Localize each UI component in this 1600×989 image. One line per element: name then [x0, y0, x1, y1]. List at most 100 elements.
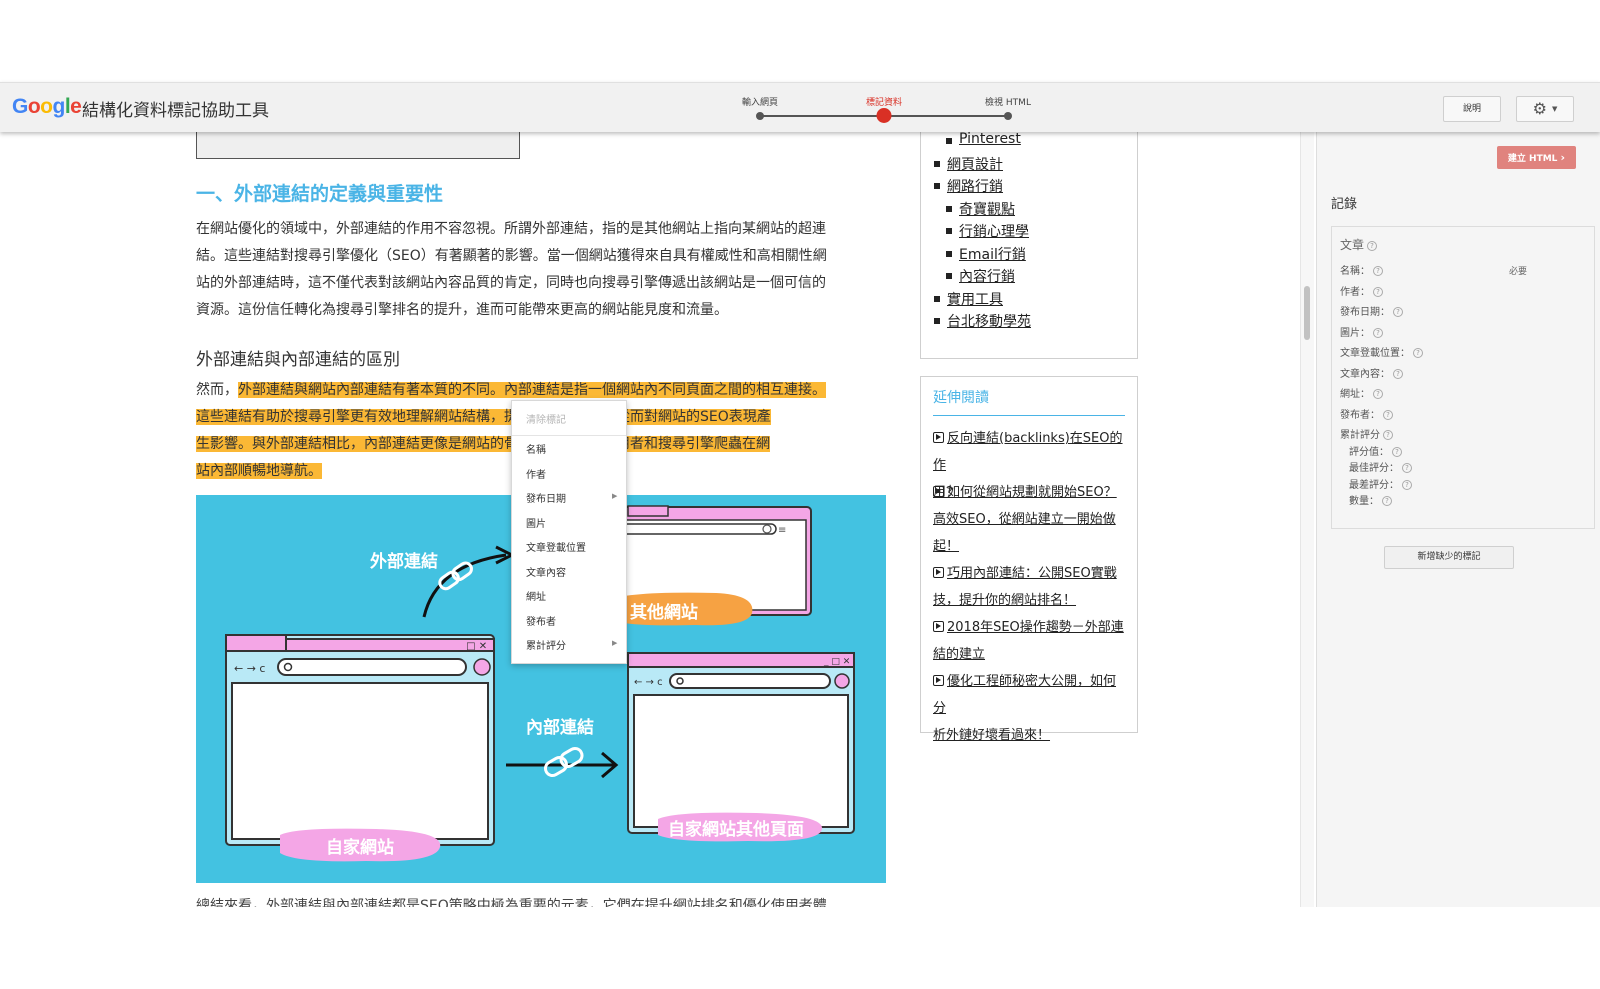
context-menu-item[interactable]: 文章登載位置: [526, 539, 586, 554]
record-field[interactable]: 數量：?: [1349, 492, 1392, 507]
record-field[interactable]: 文章登載位置：?: [1340, 344, 1423, 359]
help-icon[interactable]: ?: [1383, 409, 1393, 420]
record-field[interactable]: 評分值：?: [1349, 443, 1402, 458]
step-label[interactable]: 標記資料: [866, 95, 902, 108]
help-icon[interactable]: ?: [1402, 463, 1412, 473]
highlighted-text[interactable]: 外部連結與網站內部連結有著本質的不同。內部連結是指一個網站內不同頁面之間的相互連…: [238, 382, 826, 398]
help-icon[interactable]: ?: [1373, 286, 1383, 297]
related-article-line: 優化工程師秘密大公開，如何分: [933, 668, 1128, 722]
sidebar-category-link[interactable]: 奇寶觀點: [946, 199, 1015, 219]
help-icon[interactable]: ?: [1373, 266, 1383, 276]
sidebar-category-link[interactable]: 網路行銷: [934, 176, 1003, 196]
records-heading: 記錄: [1331, 197, 1358, 212]
sidebar-category-link[interactable]: 網頁設計: [934, 154, 1003, 174]
clear-tag-menu-item[interactable]: 清除標記: [526, 411, 566, 426]
logo-letter: e: [70, 95, 82, 118]
record-field[interactable]: 最差評分：?: [1349, 476, 1412, 491]
record-field[interactable]: 名稱：?: [1340, 262, 1383, 277]
related-article-link[interactable]: 如何從網站規劃就開始SEO？ 高效SEO，從網站建立一開始做 起！: [933, 479, 1128, 560]
related-reading-box: 延伸閱讀 反向連結(backlinks)在SEO的作 用？ 如何從網站規劃就開始SE…: [920, 376, 1138, 743]
highlighted-text[interactable]: 生影響。與外部連結相比，內部連結更像是網站的骨架，它們幫助使用者和搜尋引擎爬蟲在…: [196, 436, 770, 452]
related-article-text: 高效SEO，從網站建立一開始做: [933, 512, 1116, 527]
sidebar-category-link[interactable]: Email行銷: [946, 244, 1026, 264]
help-icon[interactable]: ?: [1393, 307, 1403, 317]
article-paragraph-partial[interactable]: 總結來看，外部連結與內部連結都是SEO策略中極為重要的元素，它們在提升網站排名和…: [196, 893, 886, 907]
page-scrollbar-track[interactable]: [1300, 132, 1314, 907]
add-missing-tags-button[interactable]: 新增缺少的標記: [1384, 546, 1514, 569]
article-subheading[interactable]: 外部連結與內部連結的區別: [196, 345, 400, 370]
help-icon[interactable]: ?: [1383, 430, 1393, 440]
record-field[interactable]: 發布日期：?: [1340, 303, 1403, 318]
record-field[interactable]: 圖片：?: [1340, 324, 1383, 339]
related-article-text: 結的建立: [933, 647, 986, 662]
record-field[interactable]: 作者：?: [1340, 283, 1383, 298]
sidebar-category-list: Pinterest 網頁設計 網路行銷奇寶觀點 行銷心理學 Email行銷 內容行銷實用工…: [920, 132, 1138, 359]
context-menu-item[interactable]: 累計評分: [526, 637, 566, 652]
help-icon[interactable]: ?: [1382, 496, 1392, 506]
sidebar-category-link[interactable]: 台北移動學苑: [934, 311, 1031, 331]
record-field-label: 圖片：: [1340, 327, 1370, 339]
external-link-label: 外部連結: [370, 551, 438, 572]
sidebar-category-link[interactable]: Pinterest: [946, 132, 1021, 147]
record-field[interactable]: 累計評分?: [1340, 426, 1393, 441]
record-field-label: 網址：: [1340, 389, 1370, 400]
related-article-text: 析外鏈好壞看過來！: [933, 728, 1051, 743]
step-dot[interactable]: [1004, 112, 1012, 120]
related-article-link[interactable]: 2018年SEO操作趨勢－外部連結的建立: [933, 614, 1128, 668]
related-article-line: 結的建立: [933, 641, 1128, 668]
related-article-link[interactable]: 巧用內部連結：公開SEO實戰 技，提升你的網站排名！: [933, 560, 1128, 614]
context-menu-item[interactable]: 文章內容: [526, 564, 566, 579]
sidebar-category-link[interactable]: 行銷心理學: [946, 221, 1029, 241]
related-article-line: 巧用內部連結：公開SEO實戰: [933, 560, 1128, 587]
svg-text:≡: ≡: [778, 525, 786, 536]
menu-separator: [512, 435, 626, 436]
help-icon[interactable]: ?: [1367, 241, 1378, 251]
help-button[interactable]: 說明: [1443, 96, 1501, 122]
context-menu-item[interactable]: 圖片: [526, 515, 546, 530]
article-heading[interactable]: 一、外部連結的定義與重要性: [196, 179, 443, 206]
context-menu-item[interactable]: 發布者: [526, 613, 556, 628]
gear-icon: ⚙: [1532, 99, 1547, 118]
svg-text:← → c: ← → c: [234, 662, 265, 675]
step-dot-active[interactable]: [876, 108, 892, 123]
tagging-panel: 建立 HTML › 記錄 文章? 必要 名稱：? 作者：? 發布日期：? 圖片：? 文章…: [1316, 132, 1600, 907]
context-menu-item[interactable]: 網址: [526, 588, 546, 603]
step-label[interactable]: 輸入網頁: [742, 95, 778, 108]
help-icon[interactable]: ?: [1393, 368, 1403, 379]
play-square-icon: [933, 621, 944, 632]
step-dot[interactable]: [756, 112, 764, 120]
related-article-line: 2018年SEO操作趨勢－外部連: [933, 614, 1128, 641]
help-icon[interactable]: ?: [1392, 446, 1402, 457]
internal-chain-icon: [543, 747, 584, 777]
related-article-line: 技，提升你的網站排名！: [933, 587, 1128, 614]
page-scrollbar-thumb[interactable]: [1304, 286, 1310, 340]
step-label[interactable]: 檢視 HTML: [985, 95, 1031, 108]
logo-letter: o: [27, 95, 41, 118]
help-icon[interactable]: ?: [1402, 479, 1412, 490]
svg-text:_ □ ✕: _ □ ✕: [457, 641, 487, 652]
help-icon[interactable]: ?: [1373, 327, 1383, 338]
help-icon[interactable]: ?: [1413, 348, 1423, 358]
sidebar-category-link[interactable]: 實用工具: [934, 289, 1003, 309]
create-html-button[interactable]: 建立 HTML ›: [1497, 146, 1576, 169]
settings-button[interactable]: ⚙ ▼: [1516, 96, 1574, 122]
context-menu-item[interactable]: 作者: [526, 466, 546, 481]
record-field[interactable]: 最佳評分：?: [1349, 459, 1412, 474]
record-type-label: 文章: [1340, 238, 1365, 252]
help-icon[interactable]: ?: [1373, 389, 1383, 399]
related-reading-divider: [933, 415, 1125, 416]
record-field[interactable]: 網址：?: [1340, 385, 1383, 400]
context-menu-item[interactable]: 發布日期: [526, 490, 566, 505]
record-field[interactable]: 文章內容：?: [1340, 365, 1403, 380]
related-article-text: 反向連結(backlinks)在SEO的作: [933, 431, 1123, 473]
context-menu-item[interactable]: 名稱: [526, 441, 546, 456]
sidebar-category-link[interactable]: 內容行銷: [946, 266, 1015, 286]
google-logo: Google: [12, 95, 82, 119]
record-field[interactable]: 發布者：?: [1340, 406, 1393, 421]
article-paragraph[interactable]: 在網站優化的領域中，外部連結的作用不容忽視。所謂外部連結，指的是其他網站上指向某…: [196, 216, 886, 324]
related-article-text: 起！: [933, 539, 960, 554]
highlighted-text[interactable]: 這些連結有助於搜尋引擎更有效地理解網站結構，提升網站的權重，從而對網站的SEO表…: [196, 409, 771, 425]
related-article-link[interactable]: 優化工程師秘密大公開，如何分析外鏈好壞看過來！: [933, 668, 1128, 749]
own-site-window: _ □ ✕ ← → c: [225, 634, 495, 846]
highlighted-text[interactable]: 站內部順暢地導航。: [196, 463, 322, 479]
